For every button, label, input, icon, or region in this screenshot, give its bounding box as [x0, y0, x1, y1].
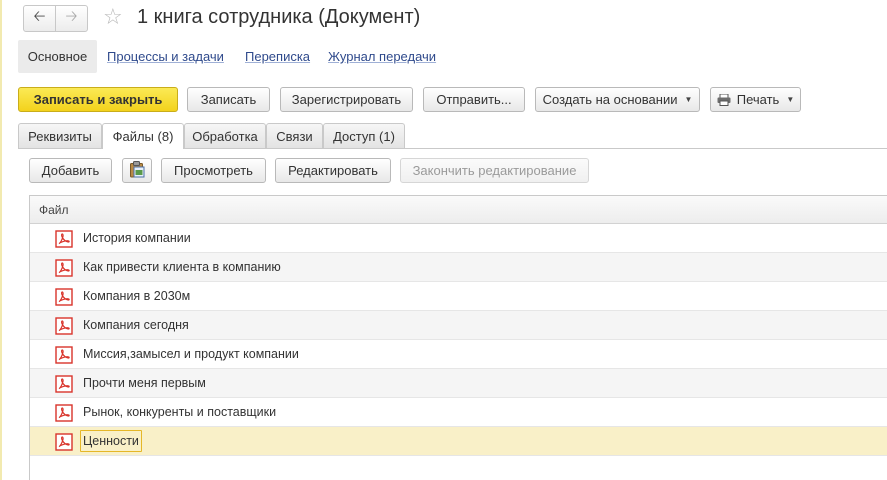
file-name: Компания в 2030м [83, 289, 191, 303]
finish-editing-button[interactable]: Закончить редактирование [400, 158, 589, 183]
files-table: Файл История компании Как привести клиент… [29, 195, 887, 480]
paste-from-clipboard-button[interactable] [122, 158, 152, 183]
pdf-file-icon [55, 375, 73, 393]
table-row[interactable]: Рынок, конкуренты и поставщики [30, 398, 887, 427]
chevron-down-icon: ▼ [684, 95, 693, 104]
file-name: Миссия,замысел и продукт компании [83, 347, 299, 361]
forward-button[interactable]: 🡢 [55, 6, 87, 31]
pdf-file-icon [55, 433, 73, 451]
arrow-right-icon: 🡢 [65, 8, 78, 25]
view-file-button[interactable]: Просмотреть [161, 158, 266, 183]
tab-requisites[interactable]: Реквизиты [18, 123, 102, 148]
favorite-star-icon[interactable]: ☆ [103, 4, 123, 30]
section-link-correspondence[interactable]: Переписка [245, 49, 310, 64]
clipboard-icon [129, 160, 145, 181]
table-row[interactable]: Прочти меня первым [30, 369, 887, 398]
page-title: 1 книга сотрудника (Документ) [137, 6, 421, 28]
tab-access[interactable]: Доступ (1) [323, 123, 405, 148]
table-row[interactable]: Миссия,замысел и продукт компании [30, 340, 887, 369]
file-name: История компании [83, 231, 191, 245]
pdf-file-icon [55, 259, 73, 277]
files-table-body: История компании Как привести клиента в к… [30, 224, 887, 456]
table-row[interactable]: Ценности [30, 427, 887, 456]
pdf-file-icon [55, 317, 73, 335]
section-link-transfer-log[interactable]: Журнал передачи [328, 49, 436, 64]
file-name: Ценности [80, 430, 142, 452]
table-row[interactable]: Как привести клиента в компанию [30, 253, 887, 282]
pdf-file-icon [55, 404, 73, 422]
pdf-file-icon [55, 288, 73, 306]
column-header-file[interactable]: Файл [30, 196, 887, 224]
table-row[interactable]: История компании [30, 224, 887, 253]
print-label: Печать [736, 92, 780, 107]
back-button[interactable]: 🡠 [24, 6, 55, 31]
arrow-left-icon: 🡠 [33, 8, 46, 25]
section-main[interactable]: Основное [18, 40, 97, 73]
register-button[interactable]: Зарегистрировать [280, 87, 413, 112]
navigation-buttons: 🡠 🡢 [23, 5, 88, 32]
create-based-on-button[interactable]: Создать на основании ▼ [535, 87, 700, 112]
send-button[interactable]: Отправить... [423, 87, 525, 112]
pdf-file-icon [55, 346, 73, 364]
table-row[interactable]: Компания в 2030м [30, 282, 887, 311]
file-name: Компания сегодня [83, 318, 189, 332]
file-name: Прочти меня первым [83, 376, 206, 390]
file-name: Рынок, конкуренты и поставщики [83, 405, 277, 419]
table-row[interactable]: Компания сегодня [30, 311, 887, 340]
save-button[interactable]: Записать [187, 87, 270, 112]
file-name: Как привести клиента в компанию [83, 260, 281, 274]
tab-processing[interactable]: Обработка [184, 123, 266, 148]
chevron-down-icon: ▼ [786, 95, 795, 104]
pdf-file-icon [55, 230, 73, 248]
printer-icon [717, 93, 731, 106]
window-edge [0, 0, 2, 480]
add-file-button[interactable]: Добавить [29, 158, 112, 183]
tab-links[interactable]: Связи [266, 123, 323, 148]
print-button[interactable]: Печать ▼ [710, 87, 801, 112]
tab-files[interactable]: Файлы (8) [102, 123, 184, 149]
create-based-on-label: Создать на основании [542, 92, 678, 107]
save-and-close-button[interactable]: Записать и закрыть [18, 87, 178, 112]
edit-file-button[interactable]: Редактировать [275, 158, 391, 183]
section-link-processes[interactable]: Процессы и задачи [107, 49, 224, 64]
